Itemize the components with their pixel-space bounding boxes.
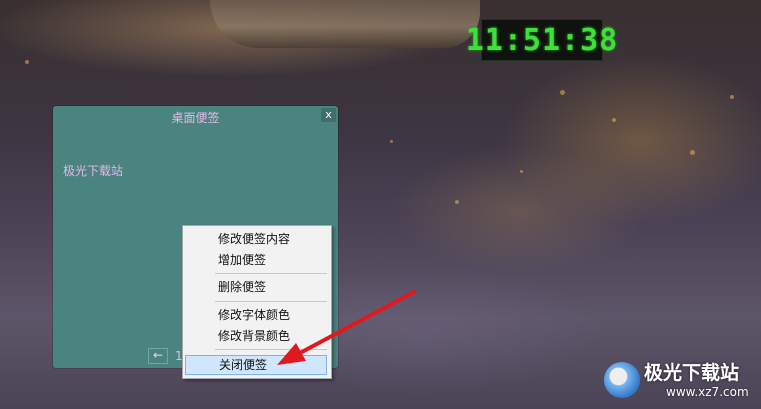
wallpaper-light — [520, 170, 523, 173]
context-menu[interactable]: 修改便签内容 增加便签 删除便签 修改字体颜色 修改背景颜色 关闭便签 — [182, 225, 332, 379]
desktop-clock: 11:51:38 — [466, 19, 617, 61]
clock-time: 11:51:38 — [465, 22, 619, 58]
wallpaper-light — [390, 140, 393, 143]
previous-note-button[interactable]: ← — [148, 348, 168, 364]
wallpaper-light — [560, 90, 565, 95]
menu-separator — [215, 273, 327, 274]
watermark-logo-icon — [604, 362, 640, 398]
menu-separator — [215, 349, 327, 350]
menu-item-edit-note[interactable]: 修改便签内容 — [185, 229, 327, 249]
watermark-url: www.xz7.com — [666, 385, 749, 399]
wallpaper-light — [612, 118, 616, 122]
wallpaper-light — [730, 95, 734, 99]
wallpaper-ship — [210, 0, 480, 48]
menu-item-close-note[interactable]: 关闭便签 — [185, 355, 327, 375]
wallpaper-light — [455, 200, 459, 204]
menu-item-font-color[interactable]: 修改字体颜色 — [185, 305, 327, 325]
wallpaper-light — [690, 150, 695, 155]
wallpaper-light — [25, 60, 29, 64]
menu-item-background-color[interactable]: 修改背景颜色 — [185, 326, 327, 346]
site-watermark: 极光下载站 www.xz7.com — [604, 358, 756, 404]
menu-item-delete-note[interactable]: 删除便签 — [185, 277, 327, 297]
note-content[interactable]: 极光下载站 — [63, 162, 123, 179]
note-title: 桌面便签 — [171, 111, 220, 125]
menu-separator — [215, 301, 327, 302]
menu-item-add-note[interactable]: 增加便签 — [185, 250, 327, 270]
watermark-title: 极光下载站 — [644, 362, 740, 384]
close-button[interactable]: x — [321, 108, 336, 122]
